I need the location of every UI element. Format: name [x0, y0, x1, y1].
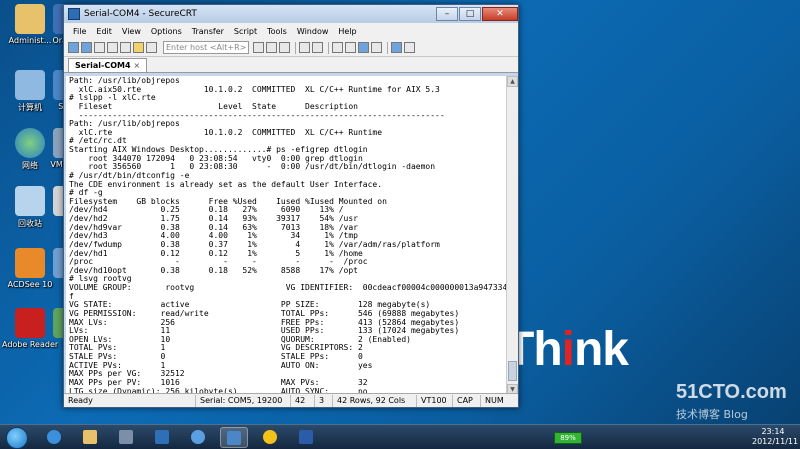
scroll-up-icon[interactable]: ▲	[507, 76, 518, 87]
scrollbar-thumb[interactable]	[508, 361, 517, 381]
status-num: NUM	[485, 395, 504, 405]
maximize-button[interactable]: □	[459, 7, 481, 21]
window-title: Serial-COM4 - SecureCRT	[84, 9, 197, 19]
tab-label: Serial-COM4	[75, 60, 131, 70]
connect-tab-icon[interactable]	[94, 42, 105, 53]
paste-icon[interactable]	[266, 42, 277, 53]
toolbar-separator	[328, 41, 329, 54]
keymap-icon[interactable]	[371, 42, 382, 53]
help-icon[interactable]	[391, 42, 402, 53]
sftp-icon[interactable]	[358, 42, 369, 53]
toolbar-separator	[387, 41, 388, 54]
securecrt-app-icon	[68, 8, 80, 20]
watermark-sub: 技术博客 Blog	[676, 408, 748, 421]
taskbar-app3[interactable]	[184, 427, 212, 448]
terminal-icon[interactable]	[146, 42, 157, 53]
taskbar-securecrt[interactable]	[220, 427, 248, 448]
menu-script[interactable]: Script	[229, 27, 262, 36]
status-ready: Ready	[64, 394, 196, 407]
print-setup-icon[interactable]	[312, 42, 323, 53]
folder-icon	[83, 430, 97, 444]
host-input[interactable]: Enter host <Alt+R>	[163, 41, 249, 54]
status-row: 42	[291, 394, 315, 407]
toolbar-separator	[295, 41, 296, 54]
plane-icon	[155, 430, 169, 444]
menu-transfer[interactable]: Transfer	[187, 27, 229, 36]
taskbar: 89% 23:14 2012/11/11	[0, 424, 800, 449]
print-icon[interactable]	[299, 42, 310, 53]
menu-options[interactable]: Options	[146, 27, 187, 36]
connect-icon[interactable]	[68, 42, 79, 53]
global-options-icon[interactable]	[345, 42, 356, 53]
about-icon[interactable]	[404, 42, 415, 53]
app-icon	[119, 430, 133, 444]
menu-help[interactable]: Help	[333, 27, 361, 36]
securecrt-icon	[227, 431, 241, 445]
app-icon	[191, 430, 205, 444]
securecrt-window: Serial-COM4 - SecureCRT – □ ✕ File Edit …	[63, 4, 519, 408]
menu-edit[interactable]: Edit	[91, 27, 117, 36]
toolbar: Enter host <Alt+R>	[64, 39, 518, 57]
menu-file[interactable]: File	[68, 27, 91, 36]
word-icon	[299, 430, 313, 444]
status-caps: CAP	[453, 394, 481, 407]
status-connection: Serial: COM5, 19200	[196, 394, 291, 407]
taskbar-word[interactable]	[292, 427, 320, 448]
key-icon[interactable]	[133, 42, 144, 53]
find-icon[interactable]	[279, 42, 290, 53]
vertical-scrollbar[interactable]: ▲ ▼	[506, 76, 518, 395]
taskbar-app2[interactable]	[148, 427, 176, 448]
internet-explorer-icon	[47, 430, 61, 444]
terminal-line: VOLUME GROUP: rootvg VG IDENTIFIER: 00cd…	[69, 283, 506, 292]
status-bar: Ready Serial: COM5, 19200 42 3 42 Rows, …	[64, 393, 518, 407]
status-size: 42 Rows, 92 Cols	[333, 394, 417, 407]
terminal-output[interactable]: Path: /usr/lib/objrepos xlC.aix50.rte 10…	[66, 76, 506, 395]
tab-serial-com4[interactable]: Serial-COM4 ×	[68, 58, 148, 72]
terminal-line: The CDE environment is already set as th…	[69, 179, 383, 189]
terminal-text: Path: /usr/lib/objrepos xlC.aix50.rte 10…	[69, 76, 506, 395]
taskbar-explorer[interactable]	[76, 427, 104, 448]
taskbar-app1[interactable]	[112, 427, 140, 448]
system-clock[interactable]: 23:14 2012/11/11	[752, 427, 799, 447]
menu-window[interactable]: Window	[292, 27, 334, 36]
disconnect-icon[interactable]	[120, 42, 131, 53]
battery-indicator[interactable]: 89%	[554, 432, 582, 444]
status-emulation: VT100	[417, 394, 453, 407]
thinkpad-logo: Think	[505, 323, 629, 376]
taskbar-ie[interactable]	[40, 427, 68, 448]
menu-bar: File Edit View Options Transfer Script T…	[64, 23, 518, 39]
quick-connect-icon[interactable]	[81, 42, 92, 53]
taskbar-qq[interactable]	[256, 427, 284, 448]
clock-time: 23:14	[761, 427, 785, 436]
watermark-site: 51CTO.com	[676, 381, 787, 403]
qq-icon	[263, 430, 277, 444]
reconnect-icon[interactable]	[107, 42, 118, 53]
tab-close-icon[interactable]: ×	[134, 60, 141, 72]
tab-bar: Serial-COM4 ×	[64, 57, 518, 73]
minimize-button[interactable]: –	[436, 7, 458, 21]
session-options-icon[interactable]	[332, 42, 343, 53]
close-button[interactable]: ✕	[482, 7, 518, 21]
menu-view[interactable]: View	[117, 27, 146, 36]
start-button-icon[interactable]	[6, 427, 28, 449]
copy-icon[interactable]	[253, 42, 264, 53]
clock-date: 2012/11/11	[752, 437, 799, 446]
status-col: 3	[315, 394, 333, 407]
title-bar[interactable]: Serial-COM4 - SecureCRT – □ ✕	[64, 5, 518, 23]
menu-tools[interactable]: Tools	[262, 27, 292, 36]
